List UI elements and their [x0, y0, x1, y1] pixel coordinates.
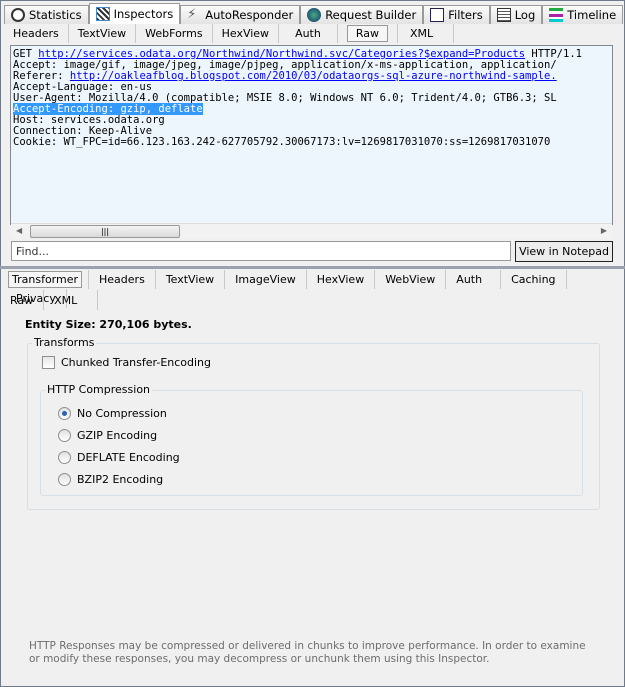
tab-timeline[interactable]: Timeline — [542, 5, 624, 24]
globe-tools-icon — [307, 8, 322, 22]
checkbox-box[interactable] — [42, 356, 55, 369]
chunked-checkbox[interactable]: Chunked Transfer-Encoding — [42, 356, 211, 369]
scrollbar-thumb[interactable]: ||| — [30, 225, 180, 238]
radio-button[interactable] — [58, 451, 71, 464]
radio-gzip[interactable]: GZIP Encoding — [58, 429, 157, 442]
log-icon — [496, 8, 511, 22]
radio-button[interactable] — [58, 407, 71, 420]
raw-request-text[interactable]: GET http://services.odata.org/Northwind/… — [10, 45, 613, 225]
help-text: HTTP Responses may be compressed or deli… — [29, 640, 586, 665]
tab-resp-auth[interactable]: Auth — [446, 270, 502, 289]
tab-statistics[interactable]: Statistics — [4, 5, 89, 24]
radio-bzip2[interactable]: BZIP2 Encoding — [58, 473, 163, 486]
radio-no-compression[interactable]: No Compression — [58, 407, 167, 420]
entity-size: Entity Size: 270,106 bytes. — [25, 318, 192, 331]
request-inspector-tabs: Headers TextView WebForms HexView Auth R… — [4, 24, 455, 44]
timeline-icon — [549, 8, 564, 22]
tab-resp-xml[interactable]: XML — [44, 290, 99, 310]
tab-resp-textview[interactable]: TextView — [156, 270, 226, 289]
main-tabs: Statistics Inspectors ⚡ AutoResponder Req… — [4, 3, 624, 24]
tab-auth[interactable]: Auth — [279, 24, 338, 43]
tab-autoresponder[interactable]: ⚡ AutoResponder — [180, 5, 301, 24]
radio-button[interactable] — [58, 429, 71, 442]
tab-resp-hexview[interactable]: HexView — [307, 270, 376, 289]
tab-hexview[interactable]: HexView — [213, 24, 280, 43]
inspectors-icon — [95, 7, 110, 21]
tab-textview[interactable]: TextView — [69, 24, 137, 43]
response-inspector-tabs-row2: Raw XML — [6, 290, 99, 310]
radio-deflate[interactable]: DEFLATE Encoding — [58, 451, 180, 464]
scroll-left-icon[interactable]: ◀ — [16, 226, 22, 235]
tab-resp-webview[interactable]: WebView — [375, 270, 447, 289]
radio-button[interactable] — [58, 473, 71, 486]
checkbox-icon — [430, 8, 445, 22]
find-input[interactable]: Find... — [11, 241, 511, 261]
tab-request-builder[interactable]: Request Builder — [300, 5, 424, 24]
tab-filters[interactable]: Filters — [423, 5, 490, 24]
scroll-right-icon[interactable]: ▶ — [601, 226, 607, 235]
stopwatch-icon — [11, 8, 25, 22]
tab-raw[interactable]: Raw — [338, 24, 398, 43]
view-in-notepad-button[interactable]: View in Notepad — [515, 241, 613, 262]
lightning-icon: ⚡ — [187, 7, 197, 22]
tab-webforms[interactable]: WebForms — [136, 24, 213, 43]
tab-log[interactable]: Log — [489, 5, 543, 24]
tab-resp-imageview[interactable]: ImageView — [225, 270, 307, 289]
splitter[interactable] — [0, 266, 625, 269]
tab-resp-raw[interactable]: Raw — [6, 290, 45, 310]
tab-headers[interactable]: Headers — [4, 24, 69, 43]
tab-transformer[interactable]: Transformer — [6, 270, 90, 289]
tab-inspectors[interactable]: Inspectors — [88, 3, 181, 24]
tab-resp-headers[interactable]: Headers — [89, 270, 156, 289]
tab-resp-caching[interactable]: Caching — [501, 270, 567, 289]
tab-xml[interactable]: XML — [398, 24, 455, 43]
horizontal-scrollbar[interactable]: ◀ ||| ▶ — [11, 223, 612, 238]
